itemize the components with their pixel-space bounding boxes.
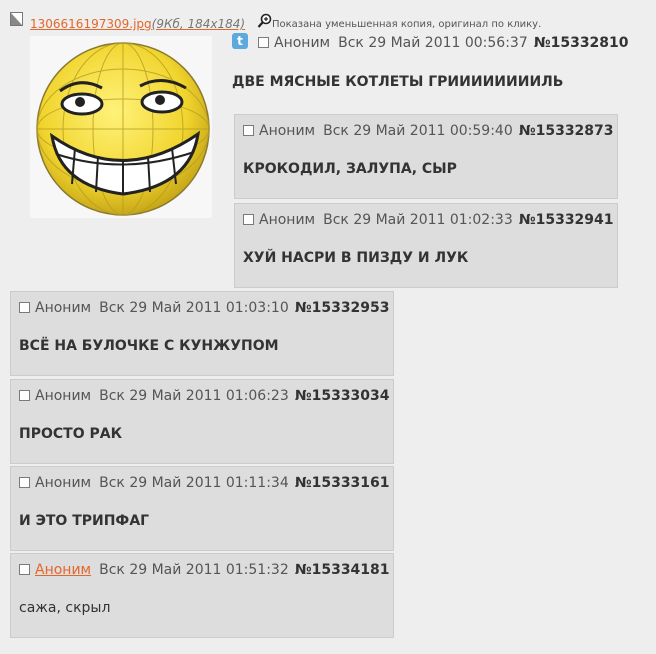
reply-post: Аноним Вск 29 Май 2011 01:51:32 №15334181 … bbox=[10, 553, 394, 638]
post-date: Вск 29 Май 2011 01:02:33 bbox=[323, 212, 513, 228]
post-date: Вск 29 Май 2011 01:06:23 bbox=[99, 388, 289, 404]
reply-header: Аноним Вск 29 Май 2011 01:06:23 №15333034 bbox=[19, 388, 390, 404]
poster-name: Аноним bbox=[274, 35, 331, 51]
op-header: Аноним Вск 29 Май 2011 00:56:37 №15332810 bbox=[258, 35, 629, 51]
reply-header: Аноним Вск 29 Май 2011 01:02:33 №15332941 bbox=[243, 212, 614, 228]
reply-message: ПРОСТО РАК bbox=[19, 426, 123, 442]
post-checkbox[interactable] bbox=[243, 125, 254, 136]
reply-header: Аноним Вск 29 Май 2011 01:51:32 №15334181 bbox=[19, 562, 390, 578]
post-number[interactable]: №15333034 bbox=[295, 388, 390, 404]
post-image-thumbnail[interactable] bbox=[30, 36, 212, 218]
poster-name: Аноним bbox=[35, 300, 92, 316]
reply-message: И ЭТО ТРИПФАГ bbox=[19, 513, 150, 529]
post-number[interactable]: №15332953 bbox=[295, 300, 390, 316]
post-date: Вск 29 Май 2011 01:51:32 bbox=[99, 562, 289, 578]
post-number[interactable]: №15332873 bbox=[519, 123, 614, 139]
reply-message: КРОКОДИЛ, ЗАЛУПА, СЫР bbox=[243, 161, 457, 177]
reply-header: Аноним Вск 29 Май 2011 01:11:34 №15333161 bbox=[19, 475, 390, 491]
reply-message: сажа, скрыл bbox=[19, 600, 111, 616]
poster-name: Аноним bbox=[259, 123, 316, 139]
twitter-icon[interactable]: t bbox=[232, 33, 248, 49]
post-number[interactable]: №15333161 bbox=[295, 475, 390, 491]
post-number[interactable]: №15334181 bbox=[295, 562, 390, 578]
post-date: Вск 29 Май 2011 00:59:40 bbox=[323, 123, 513, 139]
post-date: Вск 29 Май 2011 01:03:10 bbox=[99, 300, 289, 316]
post-checkbox[interactable] bbox=[19, 564, 30, 575]
post-checkbox[interactable] bbox=[19, 477, 30, 488]
file-meta: (9Кб, 184x184) bbox=[151, 17, 246, 31]
reply-post: Аноним Вск 29 Май 2011 01:06:23 №15333034 … bbox=[10, 379, 394, 464]
reply-message: ВСЁ НА БУЛОЧКЕ С КУНЖУПОМ bbox=[19, 338, 279, 354]
post-checkbox[interactable] bbox=[243, 214, 254, 225]
file-info: 1306616197309.jpg(9Кб, 184x184) bbox=[30, 17, 245, 31]
op-message: ДВЕ МЯСНЫЕ КОТЛЕТЫ ГРИИИИИИИИЛЬ bbox=[232, 74, 564, 90]
thumbnail-note: Показана уменьшенная копия, оригинал по … bbox=[272, 19, 542, 30]
file-name-link[interactable]: 1306616197309.jpg bbox=[30, 17, 152, 31]
post-date: Вск 29 Май 2011 01:11:34 bbox=[99, 475, 289, 491]
poster-name: Аноним bbox=[35, 475, 92, 491]
post-checkbox[interactable] bbox=[19, 390, 30, 401]
post-number[interactable]: №15332941 bbox=[519, 212, 614, 228]
post-number[interactable]: №15332810 bbox=[534, 35, 629, 51]
poster-name-link[interactable]: Аноним bbox=[35, 562, 91, 578]
reply-post: Аноним Вск 29 Май 2011 01:03:10 №15332953 … bbox=[10, 291, 394, 376]
reply-post: Аноним Вск 29 Май 2011 01:11:34 №15333161 … bbox=[10, 466, 394, 551]
reply-header: Аноним Вск 29 Май 2011 01:03:10 №15332953 bbox=[19, 300, 390, 316]
reply-post: Аноним Вск 29 Май 2011 01:02:33 №15332941 … bbox=[234, 203, 618, 288]
reply-message: ХУЙ НАСРИ В ПИЗДУ И ЛУК bbox=[243, 250, 469, 266]
magnifier-icon[interactable] bbox=[257, 13, 273, 29]
poster-name: Аноним bbox=[259, 212, 316, 228]
post-checkbox[interactable] bbox=[258, 37, 269, 48]
reply-header: Аноним Вск 29 Май 2011 00:59:40 №15332873 bbox=[243, 123, 614, 139]
troll-face-image bbox=[36, 42, 210, 216]
poster-name: Аноним bbox=[35, 388, 92, 404]
post-checkbox[interactable] bbox=[19, 302, 30, 313]
file-icon bbox=[10, 12, 23, 26]
reply-post: Аноним Вск 29 Май 2011 00:59:40 №15332873 … bbox=[234, 114, 618, 199]
post-date: Вск 29 Май 2011 00:56:37 bbox=[338, 35, 528, 51]
